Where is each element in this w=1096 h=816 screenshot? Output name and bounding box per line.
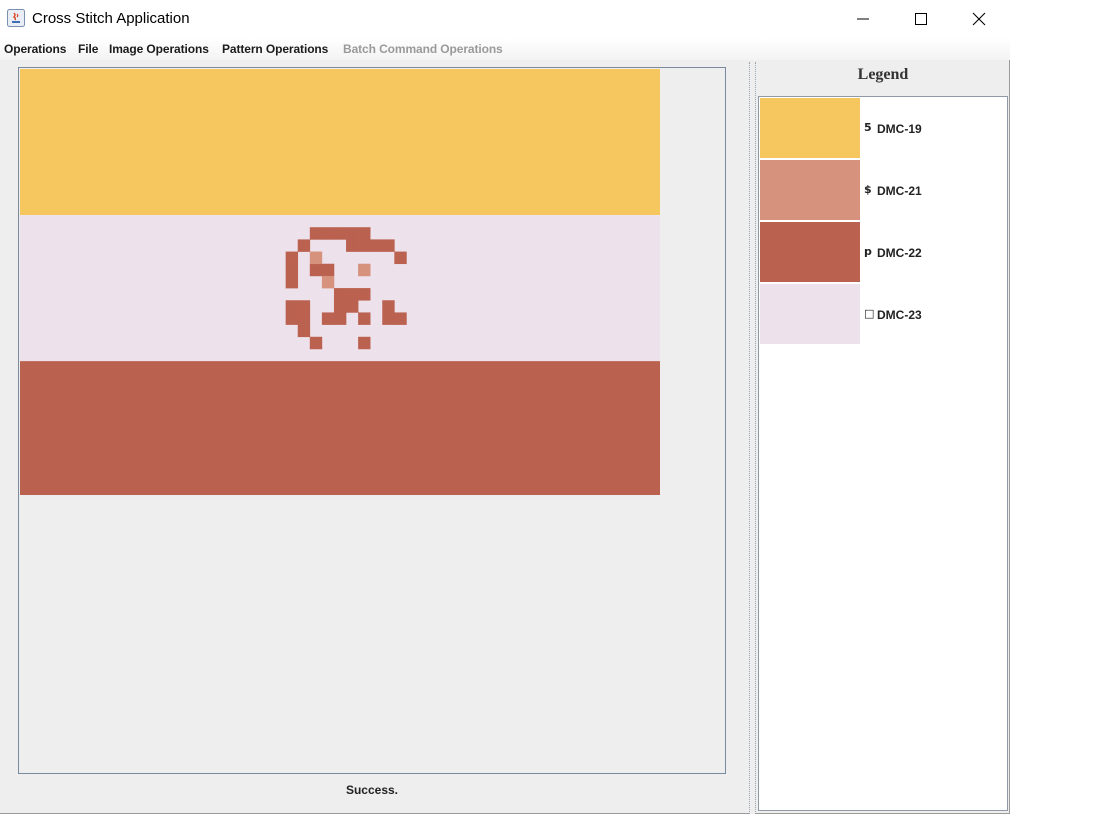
stitch-cell bbox=[333, 288, 347, 301]
stitch-cell bbox=[346, 227, 359, 240]
stitch-cell bbox=[333, 300, 347, 313]
color-swatch bbox=[760, 222, 860, 282]
stitch-cell bbox=[333, 227, 347, 240]
minimize-button[interactable] bbox=[834, 0, 892, 38]
stitch-cell bbox=[285, 263, 299, 277]
legend-item: p DMC-22 bbox=[760, 222, 1008, 282]
stitch-cell bbox=[321, 263, 335, 277]
stitch-cell bbox=[358, 263, 371, 277]
stitch-cell bbox=[321, 312, 335, 325]
stitch-cell bbox=[297, 312, 311, 325]
split-pane-divider[interactable] bbox=[749, 62, 756, 814]
menu-pattern-operations[interactable]: Pattern Operations bbox=[222, 42, 328, 56]
menu-file[interactable]: File bbox=[78, 42, 98, 56]
stitch-cell bbox=[285, 275, 299, 289]
stitch-cell bbox=[346, 288, 359, 301]
stitch-cell bbox=[309, 251, 323, 265]
stitch-cell bbox=[333, 312, 347, 325]
dmc-code: DMC-22 bbox=[877, 246, 922, 260]
stitch-cell bbox=[297, 239, 311, 252]
menu-image-operations[interactable]: Image Operations bbox=[109, 42, 209, 56]
stitch-cell bbox=[285, 251, 299, 265]
stitch-cell bbox=[297, 324, 311, 338]
stitch-cell bbox=[309, 336, 323, 350]
status-message: Success. bbox=[345, 783, 399, 797]
dmc-code: DMC-23 bbox=[877, 308, 922, 322]
color-swatch bbox=[760, 284, 860, 344]
menu-bar: Operations File Image Operations Pattern… bbox=[0, 38, 1010, 60]
stitch-cell bbox=[382, 239, 395, 252]
dmc-code: DMC-19 bbox=[877, 122, 922, 136]
pattern-stripe bbox=[20, 69, 660, 216]
legend-item: 5 DMC-19 bbox=[760, 98, 1008, 158]
window-title: Cross Stitch Application bbox=[32, 10, 190, 27]
stitch-cell bbox=[321, 227, 335, 240]
stitch-symbol: 5 bbox=[864, 121, 872, 134]
stitch-cell bbox=[309, 227, 323, 240]
stitch-cell bbox=[346, 300, 359, 313]
legend-item: □ DMC-23 bbox=[760, 284, 1008, 344]
stitch-cell bbox=[382, 300, 395, 313]
stitch-cell bbox=[346, 239, 359, 252]
stitch-cell bbox=[297, 300, 311, 313]
stitch-cell bbox=[285, 300, 299, 313]
close-button[interactable] bbox=[950, 0, 1008, 38]
dmc-code: DMC-21 bbox=[877, 184, 922, 198]
stitch-cell bbox=[370, 239, 383, 252]
stitch-symbol: p bbox=[864, 245, 872, 258]
stitch-symbol: $ bbox=[864, 183, 872, 196]
app-window: Cross Stitch Application Operations File… bbox=[0, 0, 1010, 814]
pattern-stripe bbox=[20, 361, 660, 495]
stitch-cell bbox=[358, 336, 371, 350]
stitch-cell bbox=[382, 312, 395, 325]
color-swatch bbox=[760, 98, 860, 158]
pattern-canvas-panel[interactable] bbox=[18, 67, 726, 774]
stitch-cell bbox=[394, 312, 407, 325]
menu-operations[interactable]: Operations bbox=[4, 42, 66, 56]
menu-batch-command-operations: Batch Command Operations bbox=[343, 42, 503, 56]
color-swatch bbox=[760, 160, 860, 220]
java-app-icon bbox=[7, 9, 25, 27]
stitch-cell bbox=[321, 275, 335, 289]
legend-title: Legend bbox=[857, 66, 909, 83]
stitch-cell bbox=[285, 312, 299, 325]
legend-panel: 5 DMC-19 $ DMC-21 p DMC-22 □ DMC-23 bbox=[758, 96, 1008, 811]
maximize-icon bbox=[915, 13, 927, 25]
stitch-cell bbox=[358, 288, 371, 301]
stitch-cell bbox=[309, 385, 323, 398]
stitch-cell bbox=[309, 263, 323, 277]
maximize-button[interactable] bbox=[892, 0, 950, 38]
stitch-cell bbox=[358, 239, 371, 252]
stitch-cell bbox=[358, 312, 371, 325]
stitch-symbol: □ bbox=[864, 307, 875, 320]
stitch-cell bbox=[358, 227, 371, 240]
stitch-cell bbox=[394, 251, 407, 265]
legend-item: $ DMC-21 bbox=[760, 160, 1008, 220]
title-bar: Cross Stitch Application bbox=[0, 0, 1010, 38]
minimize-icon bbox=[857, 18, 869, 20]
pattern-image[interactable] bbox=[20, 69, 660, 495]
close-icon bbox=[972, 12, 986, 26]
